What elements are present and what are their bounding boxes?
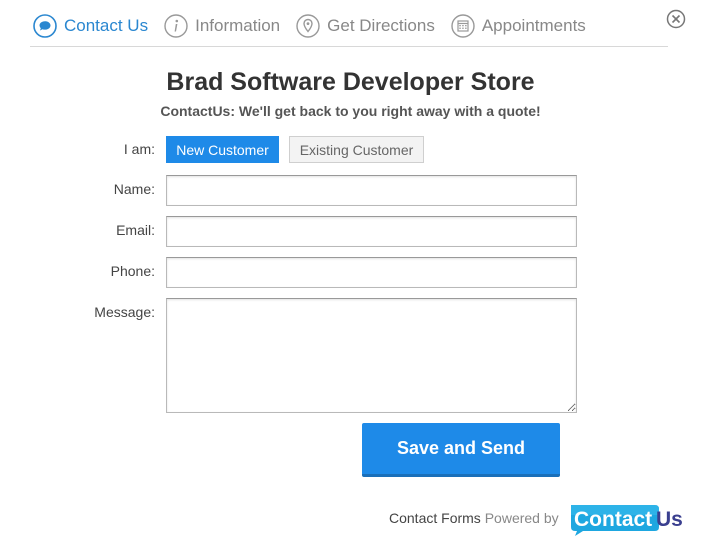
- save-and-send-button[interactable]: Save and Send: [362, 423, 560, 477]
- message-label: Message:: [94, 304, 155, 320]
- info-icon: [164, 14, 188, 38]
- logo-text-contact: Contact: [574, 508, 652, 531]
- tab-divider: [30, 46, 668, 47]
- tab-label: Information: [195, 16, 281, 35]
- tab-label: Get Directions: [327, 16, 435, 35]
- message-field[interactable]: [166, 298, 577, 413]
- tab-label: Contact Us: [64, 16, 149, 35]
- page-title: Brad Software Developer Store: [166, 68, 535, 96]
- tab-information[interactable]: Information: [164, 14, 280, 38]
- close-icon[interactable]: [666, 9, 686, 29]
- page-subtitle: ContactUs: We'll get back to you right a…: [160, 103, 541, 119]
- chat-bubble-icon: [33, 14, 57, 38]
- tab-bar: Contact Us Information Get Directions Ap…: [33, 12, 602, 40]
- iam-label: I am:: [123, 141, 155, 157]
- contactus-logo[interactable]: Contact Us: [569, 503, 684, 537]
- new-customer-button[interactable]: New Customer: [166, 136, 279, 163]
- map-pin-icon: [296, 14, 320, 38]
- email-label: Email:: [116, 222, 155, 238]
- phone-field[interactable]: [166, 257, 577, 288]
- tab-appointments[interactable]: Appointments: [451, 14, 586, 38]
- powered-by-text: Powered by: [484, 510, 559, 526]
- phone-label: Phone:: [110, 263, 155, 279]
- name-label: Name:: [113, 181, 155, 197]
- footer-text: Contact Forms Powered by: [389, 510, 559, 526]
- tab-contact-us[interactable]: Contact Us: [33, 14, 148, 38]
- existing-customer-button[interactable]: Existing Customer: [289, 136, 424, 163]
- logo-text-us: Us: [656, 508, 683, 531]
- name-field[interactable]: [166, 175, 577, 206]
- email-field[interactable]: [166, 216, 577, 247]
- tab-get-directions[interactable]: Get Directions: [296, 14, 435, 38]
- tab-label: Appointments: [481, 16, 586, 35]
- contact-forms-link[interactable]: Contact Forms: [389, 510, 481, 526]
- calendar-icon: [451, 14, 475, 38]
